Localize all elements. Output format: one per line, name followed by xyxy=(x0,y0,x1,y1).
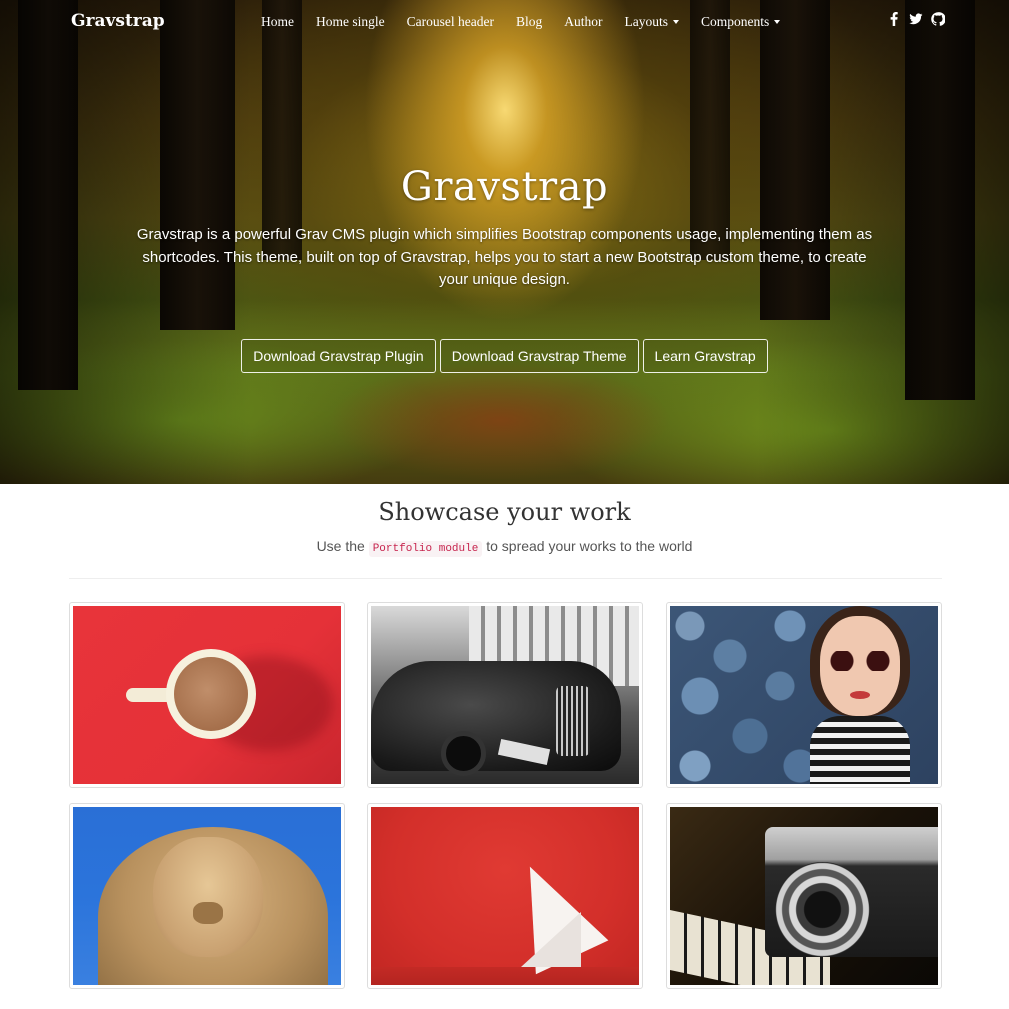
portfolio-thumbnail xyxy=(371,807,639,985)
section-divider xyxy=(69,578,942,579)
caret-down-icon xyxy=(672,20,679,24)
portfolio-item-coffee[interactable] xyxy=(69,602,345,788)
subtitle-text: Use the xyxy=(316,538,369,554)
nav-item-label: Carousel header xyxy=(406,14,494,29)
coffee xyxy=(174,657,248,731)
nav-item-blog[interactable]: Blog xyxy=(505,14,553,30)
camera-lens xyxy=(775,862,870,957)
striped-shirt xyxy=(810,716,910,784)
nav-item-label: Blog xyxy=(515,14,543,29)
lion-nose xyxy=(193,902,223,924)
lips xyxy=(850,691,870,699)
origami-wing xyxy=(521,912,581,967)
car-wheel xyxy=(441,731,486,776)
navbar: Gravstrap Home Home single Carousel head… xyxy=(0,0,1009,44)
nav-item-label: Layouts xyxy=(624,14,668,29)
portfolio-thumbnail xyxy=(670,807,938,985)
portfolio-item-origami[interactable] xyxy=(367,803,643,989)
nav-item-home-single[interactable]: Home single xyxy=(305,14,396,30)
portfolio-item-lion[interactable] xyxy=(69,803,345,989)
nav-item-author[interactable]: Author xyxy=(553,14,613,30)
portfolio-item-car[interactable] xyxy=(367,602,643,788)
sunglasses xyxy=(820,651,900,671)
twitter-icon[interactable] xyxy=(909,12,923,26)
portfolio-thumbnail xyxy=(73,606,341,784)
nav-menu: Home Home single Carousel header Blog Au… xyxy=(250,0,791,44)
brand-logo[interactable]: Gravstrap xyxy=(71,11,165,31)
nav-item-label: Components xyxy=(700,14,770,29)
hero-title: Gravstrap xyxy=(400,164,609,210)
lion-head xyxy=(153,837,263,957)
nav-item-label: Home single xyxy=(316,14,385,29)
portfolio-item-camera[interactable] xyxy=(666,803,942,989)
showcase-subtitle: Use the Portfolio module to spread your … xyxy=(0,538,1009,557)
portfolio-thumbnail xyxy=(670,606,938,784)
download-plugin-button[interactable]: Download Gravstrap Plugin xyxy=(241,339,436,373)
nav-item-label: Author xyxy=(564,14,603,29)
nav-item-carousel-header[interactable]: Carousel header xyxy=(396,14,505,30)
portfolio-thumbnail xyxy=(371,606,639,784)
nav-item-label: Home xyxy=(261,14,294,29)
nav-dropdown-components[interactable]: Components xyxy=(690,14,791,30)
portfolio-thumbnail xyxy=(73,807,341,985)
car-grille xyxy=(556,686,590,756)
portfolio-item-woman[interactable] xyxy=(666,602,942,788)
showcase-title: Showcase your work xyxy=(378,498,631,526)
subtitle-text: to spread your works to the world xyxy=(482,538,693,554)
nav-dropdown-layouts[interactable]: Layouts xyxy=(613,14,690,30)
surface xyxy=(371,967,639,985)
hero-section: Gravstrap Home Home single Carousel head… xyxy=(0,0,1009,484)
hero-description: Gravstrap is a powerful Grav CMS plugin … xyxy=(136,226,873,288)
facebook-icon[interactable] xyxy=(887,12,901,26)
portfolio-module-code: Portfolio module xyxy=(368,541,483,557)
social-links xyxy=(887,12,946,26)
nav-item-home[interactable]: Home xyxy=(250,14,305,30)
learn-gravstrap-button[interactable]: Learn Gravstrap xyxy=(642,339,768,373)
caret-down-icon xyxy=(774,20,781,24)
download-theme-button[interactable]: Download Gravstrap Theme xyxy=(439,339,639,373)
github-icon[interactable] xyxy=(931,12,946,26)
hero-button-group: Download Gravstrap Plugin Download Gravs… xyxy=(0,339,1009,373)
